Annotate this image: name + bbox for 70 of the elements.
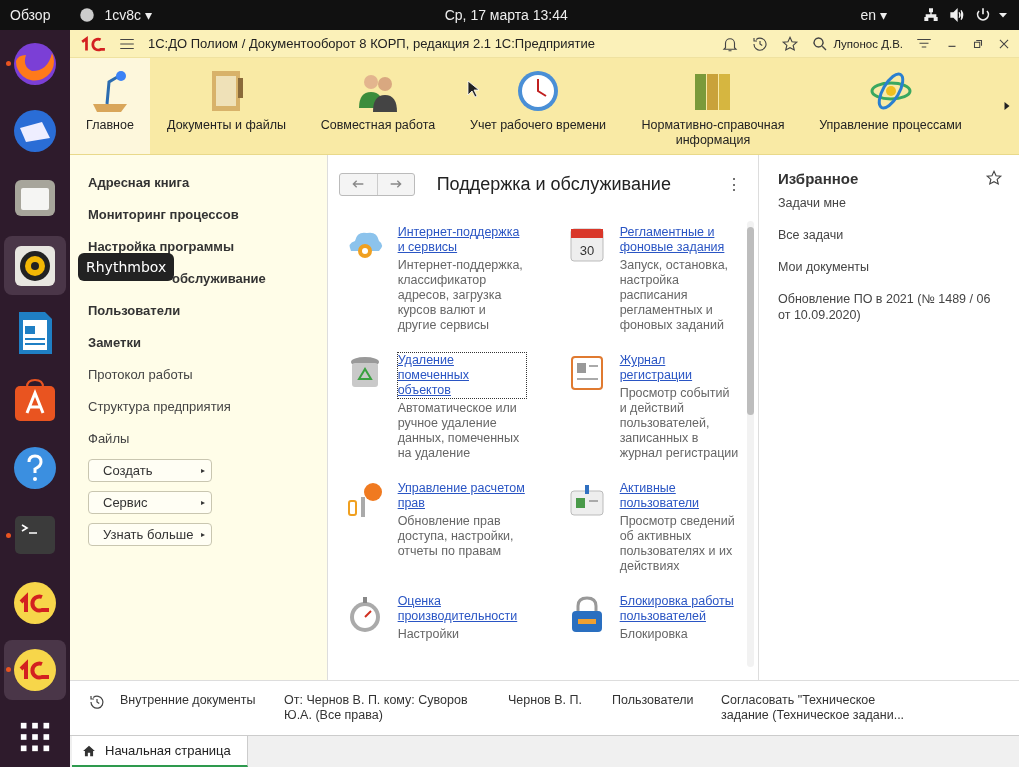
sidebar-item[interactable]: Файлы	[88, 427, 130, 459]
section-tab[interactable]: Документы и файлы	[150, 58, 303, 154]
shopping-bag-icon[interactable]	[12, 377, 58, 424]
history-entry[interactable]: Согласовать "Техническое задание (Техническое задани...	[721, 693, 916, 723]
section-tab[interactable]: Совместная работа	[303, 58, 453, 154]
history-entry[interactable]: Пользователи	[612, 693, 707, 708]
sidebar-item[interactable]: Заметки	[88, 331, 141, 363]
clock-icon	[515, 68, 561, 114]
menu-button[interactable]: Сервис ▸	[88, 491, 212, 514]
sidebar-item[interactable]: Протокол работы	[88, 363, 193, 395]
sidebar-item[interactable]: Структура предприятия	[88, 395, 231, 427]
link[interactable]: Активные пользователи	[619, 481, 740, 511]
link[interactable]: Удаление помеченных объектов	[397, 353, 526, 398]
mouse-pointer-icon	[467, 80, 479, 98]
description: Настройки	[397, 627, 460, 642]
logo-icon[interactable]	[12, 579, 58, 626]
page-heading: Поддержка и обслуживание	[436, 173, 672, 195]
description: Интернет-поддержка, классификатор адресов, загрузка курсов валют и другие сервисы	[397, 258, 524, 333]
app-icon[interactable]	[78, 6, 97, 24]
description: Просмотр сведений об активных пользователях и их действиях	[619, 514, 736, 574]
section-tab[interactable]: Учет рабочего времени	[453, 58, 623, 154]
dock-item[interactable]	[4, 236, 66, 296]
history-entry[interactable]: Внутренние документы	[120, 693, 270, 708]
power-icon[interactable]	[975, 7, 991, 23]
description: Автоматическое или ручное удаление данных, помеченных на удаление	[397, 401, 521, 461]
window-title: 1С:ДО Полиом / Документооборот 8 КОРП, редакция 2.1 1С:Предприятие	[148, 36, 596, 51]
description: Запуск, остановка, настройка расписания регламентных и фоновых заданий	[619, 258, 730, 333]
logo-icon[interactable]	[12, 646, 58, 693]
description: Блокировка	[619, 627, 689, 642]
link[interactable]: Интернет-поддержка и сервисы	[397, 225, 526, 255]
menu-button[interactable]: Узнать больше ▸	[88, 523, 212, 546]
section-tab[interactable]: Управление процессами	[803, 58, 978, 154]
volume-icon[interactable]	[949, 7, 965, 23]
more-button[interactable]: ⋮	[726, 174, 742, 194]
sidebar-item[interactable]: Адресная книга	[88, 171, 190, 203]
user-name[interactable]: Лупонос Д.В.	[833, 37, 903, 50]
favorite-item[interactable]: Задачи мне	[778, 195, 1003, 227]
star-icon[interactable]	[985, 169, 1003, 187]
mail-bird-icon[interactable]	[12, 108, 58, 155]
overview-button[interactable]: Обзор	[10, 7, 51, 23]
history-icon[interactable]	[88, 693, 106, 711]
scrollbar[interactable]	[747, 221, 754, 667]
fox-globe-icon[interactable]	[12, 40, 58, 87]
menu-button[interactable]: Создать ▸	[88, 459, 212, 482]
help-icon[interactable]	[12, 444, 58, 491]
link[interactable]: Журнал регистрации	[619, 353, 740, 383]
description: Просмотр событий и действий пользователей, записанных в журнал регистрации	[619, 386, 740, 461]
link[interactable]: Блокировка работы пользователей	[619, 594, 740, 624]
favorites-heading: Избранное	[778, 169, 859, 187]
link[interactable]: Управление расчетом прав	[397, 481, 526, 511]
history-entry[interactable]: От: Чернов В. П. кому: Суворов Ю.А. (Все права)	[284, 693, 494, 723]
link[interactable]: Регламентные и фоновые задания	[619, 225, 740, 255]
page-tab[interactable]: Начальная страница	[72, 736, 248, 767]
dock-item[interactable]	[4, 640, 66, 700]
network-icon[interactable]	[923, 7, 939, 23]
sidebar-item[interactable]: Пользователи	[88, 299, 181, 331]
description: Обновление прав доступа, настройки, отчеты по правам	[397, 514, 515, 559]
home-icon	[82, 743, 96, 758]
section-tab[interactable]: Нормативно-справочная информация	[623, 58, 803, 154]
favorite-item[interactable]: Обновление ПО в 2021 (№ 1489 / 06 от 10.09.2020)	[778, 291, 1003, 323]
app-menu[interactable]: 1cv8c ▾	[104, 7, 152, 23]
language-menu[interactable]: en ▾	[860, 7, 887, 23]
history-entry[interactable]: Чернов В. П.	[508, 693, 598, 708]
clock[interactable]: Ср, 17 марта 13:44	[444, 7, 568, 23]
section-tab[interactable]: Главное	[70, 58, 150, 154]
favorite-item[interactable]: Все задачи	[778, 227, 1003, 259]
link[interactable]: Оценка производительности	[397, 594, 526, 624]
star-icon[interactable]	[781, 34, 800, 53]
favorite-item[interactable]: Мои документы	[778, 259, 1003, 291]
sidebar-item[interactable]: Мониторинг процессов	[88, 203, 239, 235]
